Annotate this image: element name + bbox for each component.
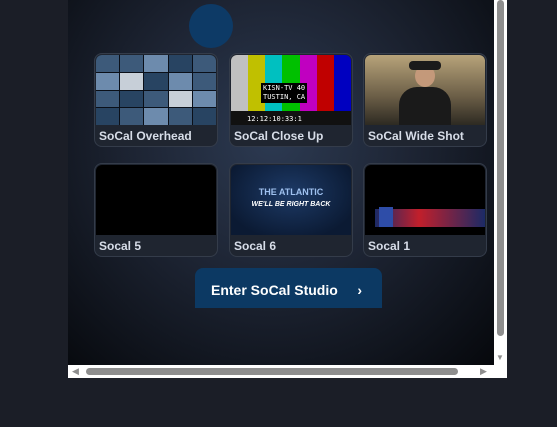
studio-viewport: SoCal Overhead KISN-TV 40 TUSTIN, CA 12:… (68, 0, 494, 365)
thumbnail-overhead (96, 55, 216, 125)
thumbnail-black (96, 165, 216, 235)
vertical-scroll-thumb[interactable] (497, 0, 504, 336)
browser-window: SoCal Overhead KISN-TV 40 TUSTIN, CA 12:… (68, 0, 507, 378)
thumbnail-socal-1 (365, 165, 485, 235)
thumbnail-color-bars: KISN-TV 40 TUSTIN, CA 12:12:10:33:1 (231, 55, 351, 125)
horizontal-scroll-thumb[interactable] (86, 368, 458, 375)
camera-tile-socal-close-up[interactable]: KISN-TV 40 TUSTIN, CA 12:12:10:33:1 SoCa… (229, 53, 353, 147)
camera-tile-socal-1[interactable]: Socal 1 (363, 163, 487, 257)
right-back-text: WE'LL BE RIGHT BACK (251, 201, 331, 208)
tile-label: SoCal Overhead (99, 129, 192, 143)
tile-label: Socal 5 (99, 239, 142, 253)
horizontal-scrollbar[interactable]: ◀ ▶ (68, 365, 494, 378)
tile-label: Socal 6 (234, 239, 277, 253)
scroll-left-arrow-icon[interactable]: ◀ (72, 366, 79, 377)
timecode: 12:12:10:33:1 (247, 115, 302, 123)
tile-label: Socal 1 (368, 239, 411, 253)
thumbnail-atlantic: THE ATLANTIC WE'LL BE RIGHT BACK (231, 165, 351, 235)
atlantic-title: THE ATLANTIC (258, 187, 324, 197)
tile-label: SoCal Wide Shot (368, 129, 464, 143)
chevron-right-icon: › (357, 282, 362, 298)
camera-tile-socal-overhead[interactable]: SoCal Overhead (94, 53, 218, 147)
tile-label: SoCal Close Up (234, 129, 324, 143)
camera-tile-socal-5[interactable]: Socal 5 (94, 163, 218, 257)
enter-studio-label: Enter SoCal Studio (211, 282, 338, 298)
scroll-down-arrow-icon[interactable]: ▼ (496, 353, 504, 362)
vertical-scrollbar[interactable]: ▼ (494, 0, 507, 365)
scroll-right-arrow-icon[interactable]: ▶ (480, 366, 487, 377)
camera-tile-socal-6[interactable]: THE ATLANTIC WE'LL BE RIGHT BACK Socal 6 (229, 163, 353, 257)
bars-text-line-2: TUSTIN, CA (263, 93, 306, 101)
camera-tile-socal-wide-shot[interactable]: SoCal Wide Shot (363, 53, 487, 147)
bars-text-line-1: KISN-TV 40 (263, 84, 306, 92)
avatar[interactable] (189, 4, 233, 48)
thumbnail-wide-shot (365, 55, 485, 125)
enter-studio-button[interactable]: Enter SoCal Studio › (195, 268, 382, 308)
